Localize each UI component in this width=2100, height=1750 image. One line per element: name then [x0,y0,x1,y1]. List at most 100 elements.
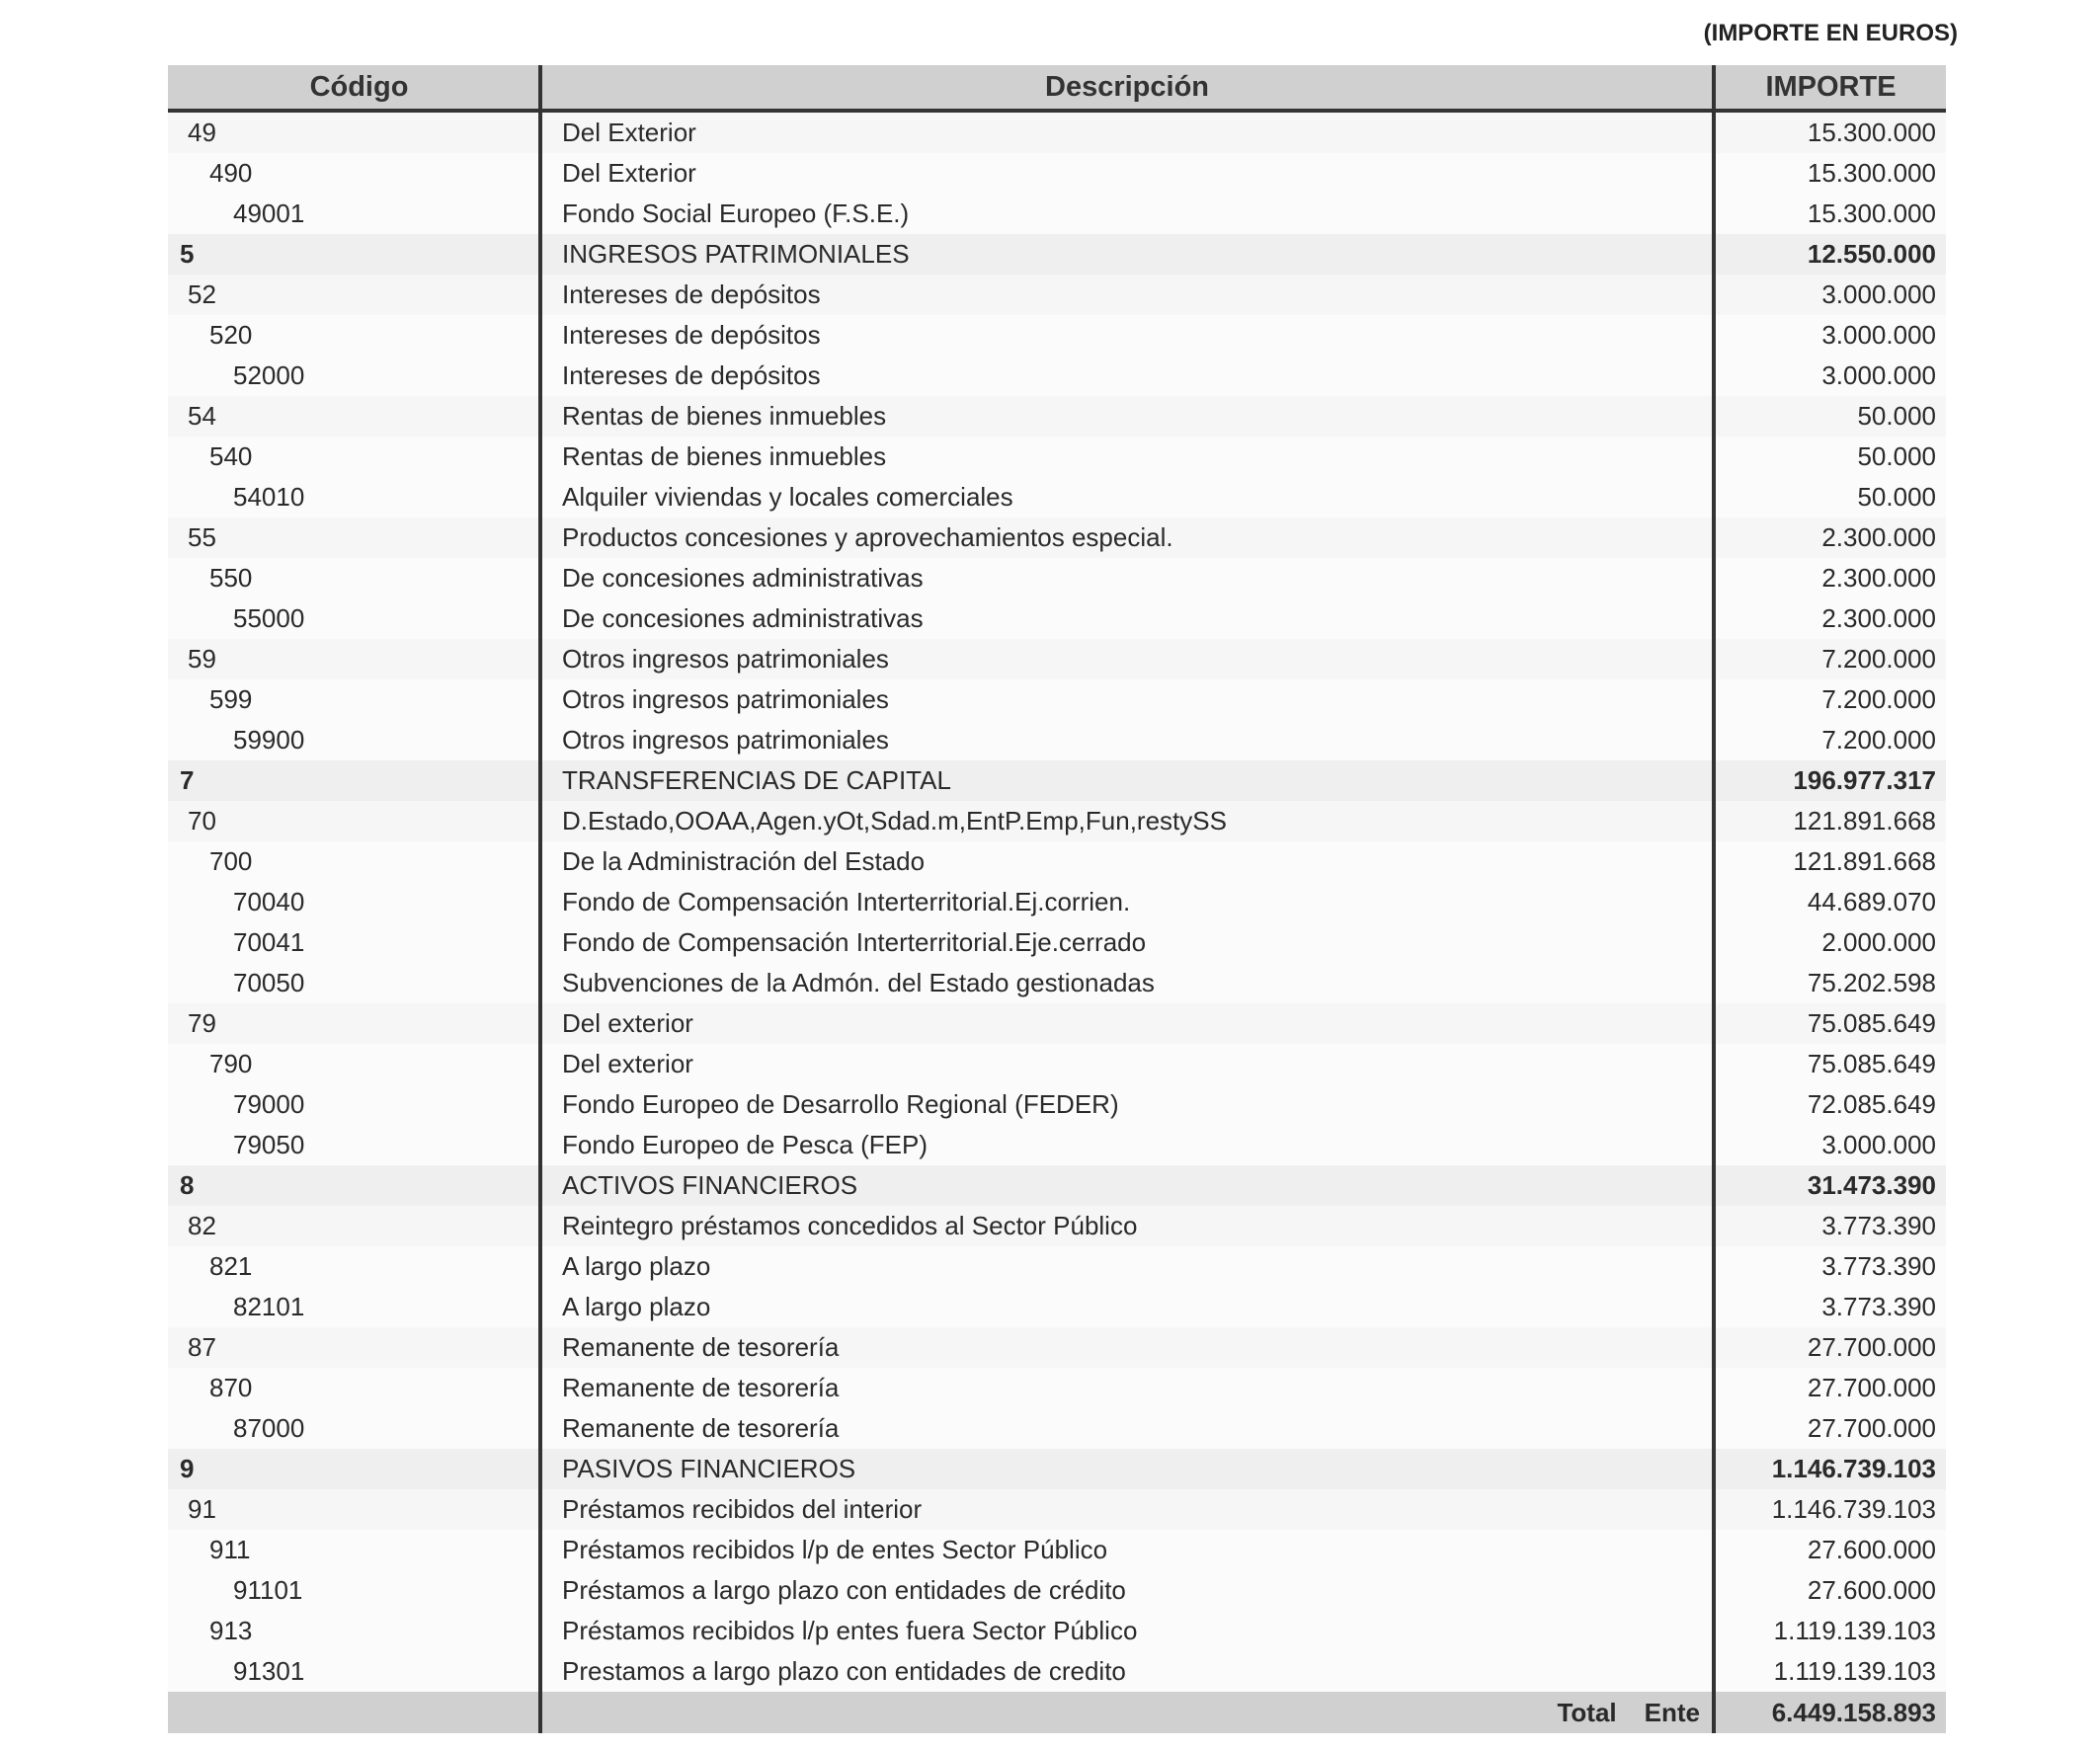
row-amount: 27.700.000 [1714,1368,1946,1408]
row-amount: 1.146.739.103 [1714,1449,1946,1489]
table-row: 70050 Subvenciones de la Admón. del Estad… [168,963,1946,1003]
row-description: Préstamos recibidos l/p de entes Sector … [540,1530,1716,1570]
row-description: Del Exterior [540,111,1716,153]
row-code: 82 [168,1206,542,1246]
row-amount: 3.773.390 [1714,1206,1946,1246]
row-amount: 1.119.139.103 [1714,1611,1946,1651]
table-body: 49 Del Exterior 15.300.000 490 Del Exterior 1… [168,111,1946,1692]
row-amount: 50.000 [1714,396,1946,437]
row-description: Otros ingresos patrimoniales [540,679,1716,720]
table-row: 91301 Prestamos a largo plazo con entidad… [168,1651,1946,1692]
table-row: 599 Otros ingresos patrimoniales 7.200.000 [168,679,1946,720]
row-description: Préstamos recibidos l/p entes fuera Sect… [540,1611,1716,1651]
row-code: 70 [168,801,542,841]
table-row: 55000 De concesiones administrativas 2.300… [168,598,1946,639]
table-row: 59900 Otros ingresos patrimoniales 7.200.0… [168,720,1946,760]
row-amount: 1.119.139.103 [1714,1651,1946,1692]
row-description: INGRESOS PATRIMONIALES [540,234,1716,275]
row-description: Otros ingresos patrimoniales [540,720,1716,760]
row-amount: 3.000.000 [1714,356,1946,396]
table-row: 49001 Fondo Social Europeo (F.S.E.) 15.300… [168,194,1946,234]
row-amount: 7.200.000 [1714,679,1946,720]
row-code: 79000 [168,1084,542,1125]
row-description: Fondo de Compensación Interterritorial.E… [540,922,1716,963]
row-amount: 27.600.000 [1714,1570,1946,1611]
row-code: 87 [168,1327,542,1368]
header-row: Código Descripción IMPORTE [168,65,1946,113]
column-header-description: Descripción [540,65,1716,113]
table-row: 79000 Fondo Europeo de Desarrollo Regiona… [168,1084,1946,1125]
row-description: Fondo Europeo de Pesca (FEP) [540,1125,1716,1165]
table-row: 54 Rentas de bienes inmuebles 50.000 [168,396,1946,437]
row-description: Fondo de Compensación Interterritorial.E… [540,882,1716,922]
row-description: TRANSFERENCIAS DE CAPITAL [540,760,1716,801]
row-amount: 3.773.390 [1714,1246,1946,1287]
row-code: 870 [168,1368,542,1408]
table-row: 70040 Fondo de Compensación Interterritor… [168,882,1946,922]
table-row: 8 ACTIVOS FINANCIEROS 31.473.390 [168,1165,1946,1206]
units-label: (IMPORTE EN EUROS) [1703,20,1958,46]
row-amount: 7.200.000 [1714,639,1946,679]
table-row: 82101 A largo plazo 3.773.390 [168,1287,1946,1327]
table-row: 870 Remanente de tesorería 27.700.000 [168,1368,1946,1408]
row-code: 91101 [168,1570,542,1611]
row-description: Remanente de tesorería [540,1368,1716,1408]
row-description: Préstamos recibidos del interior [540,1489,1716,1530]
row-amount: 75.085.649 [1714,1044,1946,1084]
table-row: 490 Del Exterior 15.300.000 [168,153,1946,194]
row-amount: 121.891.668 [1714,841,1946,882]
table-row: 87 Remanente de tesorería 27.700.000 [168,1327,1946,1368]
row-description: Intereses de depósitos [540,315,1716,356]
row-code: 59 [168,639,542,679]
row-amount: 196.977.317 [1714,760,1946,801]
row-code: 52000 [168,356,542,396]
row-amount: 121.891.668 [1714,801,1946,841]
row-code: 49 [168,111,542,153]
table-row: 91 Préstamos recibidos del interior 1.146.… [168,1489,1946,1530]
row-code: 79050 [168,1125,542,1165]
table-row: 55 Productos concesiones y aprovechamient… [168,517,1946,558]
row-code: 8 [168,1165,542,1206]
row-description: Rentas de bienes inmuebles [540,437,1716,477]
table-row: 52 Intereses de depósitos 3.000.000 [168,275,1946,315]
row-code: 52 [168,275,542,315]
row-description: Fondo Social Europeo (F.S.E.) [540,194,1716,234]
row-code: 70040 [168,882,542,922]
table-row: 49 Del Exterior 15.300.000 [168,111,1946,153]
column-header-code: Código [168,65,542,113]
row-amount: 15.300.000 [1714,111,1946,153]
column-header-amount: IMPORTE [1714,65,1946,113]
row-code: 5 [168,234,542,275]
row-code: 9 [168,1449,542,1489]
row-amount: 75.085.649 [1714,1003,1946,1044]
row-code: 520 [168,315,542,356]
row-amount: 2.300.000 [1714,558,1946,598]
row-code: 82101 [168,1287,542,1327]
row-amount: 2.300.000 [1714,598,1946,639]
row-code: 49001 [168,194,542,234]
row-description: Fondo Europeo de Desarrollo Regional (FE… [540,1084,1716,1125]
total-code-cell [168,1692,542,1733]
row-description: Alquiler viviendas y locales comerciales [540,477,1716,517]
table-row: 911 Préstamos recibidos l/p de entes Sect… [168,1530,1946,1570]
table-row: 82 Reintegro préstamos concedidos al Sect… [168,1206,1946,1246]
row-amount: 31.473.390 [1714,1165,1946,1206]
row-code: 913 [168,1611,542,1651]
row-code: 70050 [168,963,542,1003]
row-code: 59900 [168,720,542,760]
row-amount: 7.200.000 [1714,720,1946,760]
row-code: 599 [168,679,542,720]
row-code: 790 [168,1044,542,1084]
row-description: D.Estado,OOAA,Agen.yOt,Sdad.m,EntP.Emp,F… [540,801,1716,841]
row-amount: 1.146.739.103 [1714,1489,1946,1530]
table-row: 54010 Alquiler viviendas y locales comerc… [168,477,1946,517]
table-row: 91101 Préstamos a largo plazo con entidad… [168,1570,1946,1611]
row-amount: 27.600.000 [1714,1530,1946,1570]
table-row: 790 Del exterior 75.085.649 [168,1044,1946,1084]
row-amount: 72.085.649 [1714,1084,1946,1125]
table-row: 540 Rentas de bienes inmuebles 50.000 [168,437,1946,477]
row-code: 700 [168,841,542,882]
table-row: 550 De concesiones administrativas 2.300.0… [168,558,1946,598]
row-code: 54010 [168,477,542,517]
row-amount: 3.773.390 [1714,1287,1946,1327]
